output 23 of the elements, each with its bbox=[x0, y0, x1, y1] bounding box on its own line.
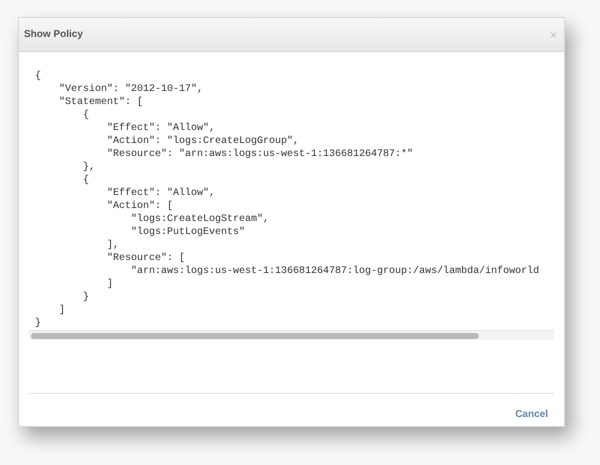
code-line: "Action": "logs:CreateLogGroup", bbox=[106, 135, 300, 148]
code-line: "Action": [ bbox=[106, 200, 174, 213]
code-line: { bbox=[82, 174, 90, 187]
cancel-button[interactable]: Cancel bbox=[515, 407, 548, 422]
code-line: "arn:aws:logs:us-west-1:136681264787:log-group:/aws/lambda/infoworld bbox=[130, 265, 540, 278]
dialog-title: Show Policy bbox=[24, 28, 83, 42]
code-line: } bbox=[82, 291, 90, 304]
code-line: ] bbox=[58, 304, 66, 317]
code-line: ] bbox=[106, 278, 114, 291]
code-line: { bbox=[82, 109, 90, 122]
code-line: { bbox=[35, 70, 42, 83]
code-line: "logs:PutLogEvents" bbox=[130, 226, 246, 239]
code-line: "Statement": [ bbox=[58, 96, 144, 109]
code-line: "Resource": "arn:aws:logs:us-west-1:136681264787:*" bbox=[106, 148, 414, 161]
code-line: "Effect": "Allow", bbox=[106, 187, 216, 200]
code-line: "Resource": [ bbox=[106, 252, 186, 265]
horizontal-scrollbar[interactable] bbox=[29, 330, 554, 340]
code-line: } bbox=[35, 317, 42, 330]
code-line: "Version": "2012-10-17", bbox=[58, 83, 204, 96]
code-line: }, bbox=[82, 161, 96, 174]
code-line: "Effect": "Allow", bbox=[106, 122, 216, 135]
code-line: "logs:CreateLogStream", bbox=[130, 213, 270, 226]
code-line: ], bbox=[106, 239, 120, 252]
